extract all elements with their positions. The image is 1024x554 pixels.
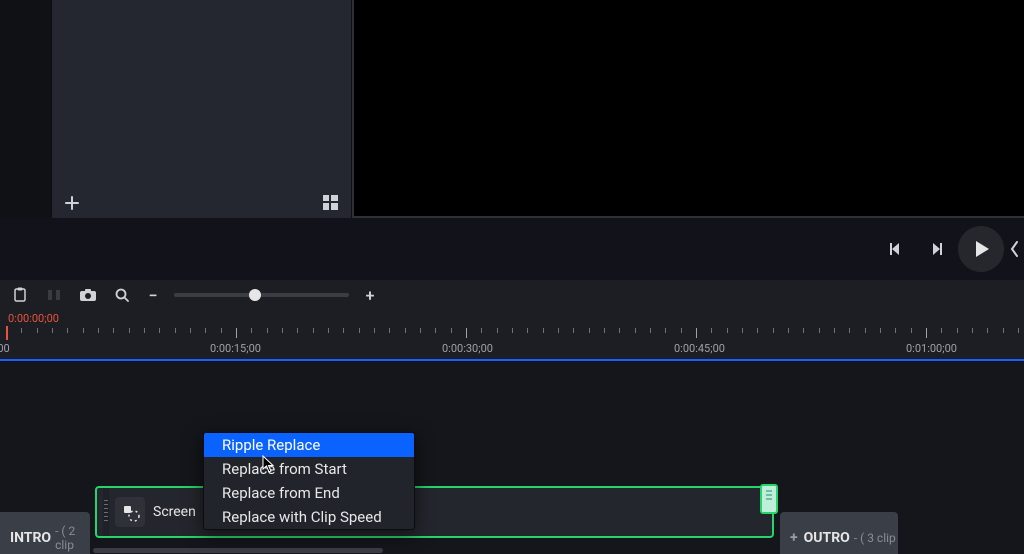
prev-frame-button[interactable] bbox=[878, 231, 914, 267]
zoom-slider[interactable] bbox=[174, 293, 349, 297]
preview-monitor bbox=[352, 0, 1024, 218]
zoom-in-button[interactable]: + bbox=[363, 286, 377, 305]
context-menu-item[interactable]: Replace with Clip Speed bbox=[204, 505, 414, 529]
next-frame-button[interactable] bbox=[918, 231, 954, 267]
clip-outro-label: OUTRO bbox=[804, 530, 850, 546]
ruler-label: 0:00:45;00 bbox=[674, 342, 725, 355]
clip-outro-expand-icon[interactable]: + bbox=[790, 530, 798, 546]
timeline-hscroll-thumb[interactable] bbox=[93, 548, 383, 553]
split-button bbox=[44, 285, 64, 305]
plus-icon bbox=[64, 195, 80, 211]
chevron-left-icon bbox=[1009, 240, 1019, 258]
clip-screen-label: Screen bbox=[153, 504, 196, 520]
add-media-button[interactable] bbox=[60, 191, 84, 215]
playhead[interactable] bbox=[6, 326, 8, 340]
timeline-tracks[interactable]: INTRO - ( 2 clip Screen + OUTRO - ( 3 cl… bbox=[0, 362, 1024, 554]
magnifier-icon bbox=[114, 287, 130, 303]
clipboard-icon bbox=[12, 287, 28, 303]
grid-view-button[interactable] bbox=[319, 191, 343, 215]
zoom-tool-button[interactable] bbox=[112, 285, 132, 305]
timecode-value: 0:00:00;00 bbox=[8, 312, 59, 325]
loading-icon bbox=[120, 502, 140, 522]
context-menu-item[interactable]: Replace from Start bbox=[204, 457, 414, 481]
snapshot-button[interactable] bbox=[78, 285, 98, 305]
split-icon bbox=[46, 287, 62, 303]
step-back-icon bbox=[887, 240, 905, 258]
zoom-out-button[interactable]: − bbox=[146, 286, 160, 305]
clip-right-handle-doc[interactable] bbox=[760, 484, 778, 514]
clip-screen-recording[interactable]: Screen bbox=[95, 486, 774, 538]
clip-intro[interactable]: INTRO - ( 2 clip bbox=[0, 512, 90, 554]
clip-left-handle[interactable] bbox=[103, 488, 109, 536]
timecode-display[interactable]: 0:00:00;00 bbox=[0, 310, 1024, 326]
play-button[interactable] bbox=[958, 226, 1004, 272]
clip-outro-sub: - ( 3 clip bbox=[854, 531, 896, 545]
ruler-label: 0:01:00;00 bbox=[906, 342, 957, 355]
ruler-baseline bbox=[0, 359, 1024, 361]
playback-bar bbox=[0, 218, 1024, 280]
step-forward-icon bbox=[927, 240, 945, 258]
paste-button[interactable] bbox=[10, 285, 30, 305]
ruler-label: 0:00:15;00 bbox=[210, 342, 261, 355]
cursor-pointer-icon bbox=[262, 455, 276, 473]
clip-intro-sub: - ( 2 clip bbox=[55, 524, 90, 552]
ruler-label: :00;00 bbox=[0, 342, 10, 355]
grip-icon bbox=[104, 500, 108, 524]
clip-thumbnail bbox=[115, 497, 145, 527]
grid-icon bbox=[322, 194, 340, 212]
zoom-slider-thumb[interactable] bbox=[249, 289, 261, 301]
play-icon bbox=[970, 238, 992, 260]
clip-intro-label: INTRO bbox=[10, 530, 51, 546]
context-menu-item[interactable]: Ripple Replace bbox=[204, 433, 414, 457]
camera-icon bbox=[79, 288, 97, 302]
clip-outro[interactable]: + OUTRO - ( 3 clip bbox=[780, 512, 898, 554]
ruler-label: 0:00:30;00 bbox=[442, 342, 493, 355]
media-bin-panel bbox=[52, 0, 352, 219]
timeline-toolbar: − + bbox=[0, 280, 1024, 310]
context-menu-replace[interactable]: Ripple ReplaceReplace from StartReplace … bbox=[203, 432, 415, 530]
context-menu-item[interactable]: Replace from End bbox=[204, 481, 414, 505]
skip-forward-edge[interactable] bbox=[1008, 218, 1020, 280]
timeline-ruler[interactable]: :00;00 0:00:15;00 0:00:30;00 0:00:45;00 0:01… bbox=[0, 326, 1024, 360]
